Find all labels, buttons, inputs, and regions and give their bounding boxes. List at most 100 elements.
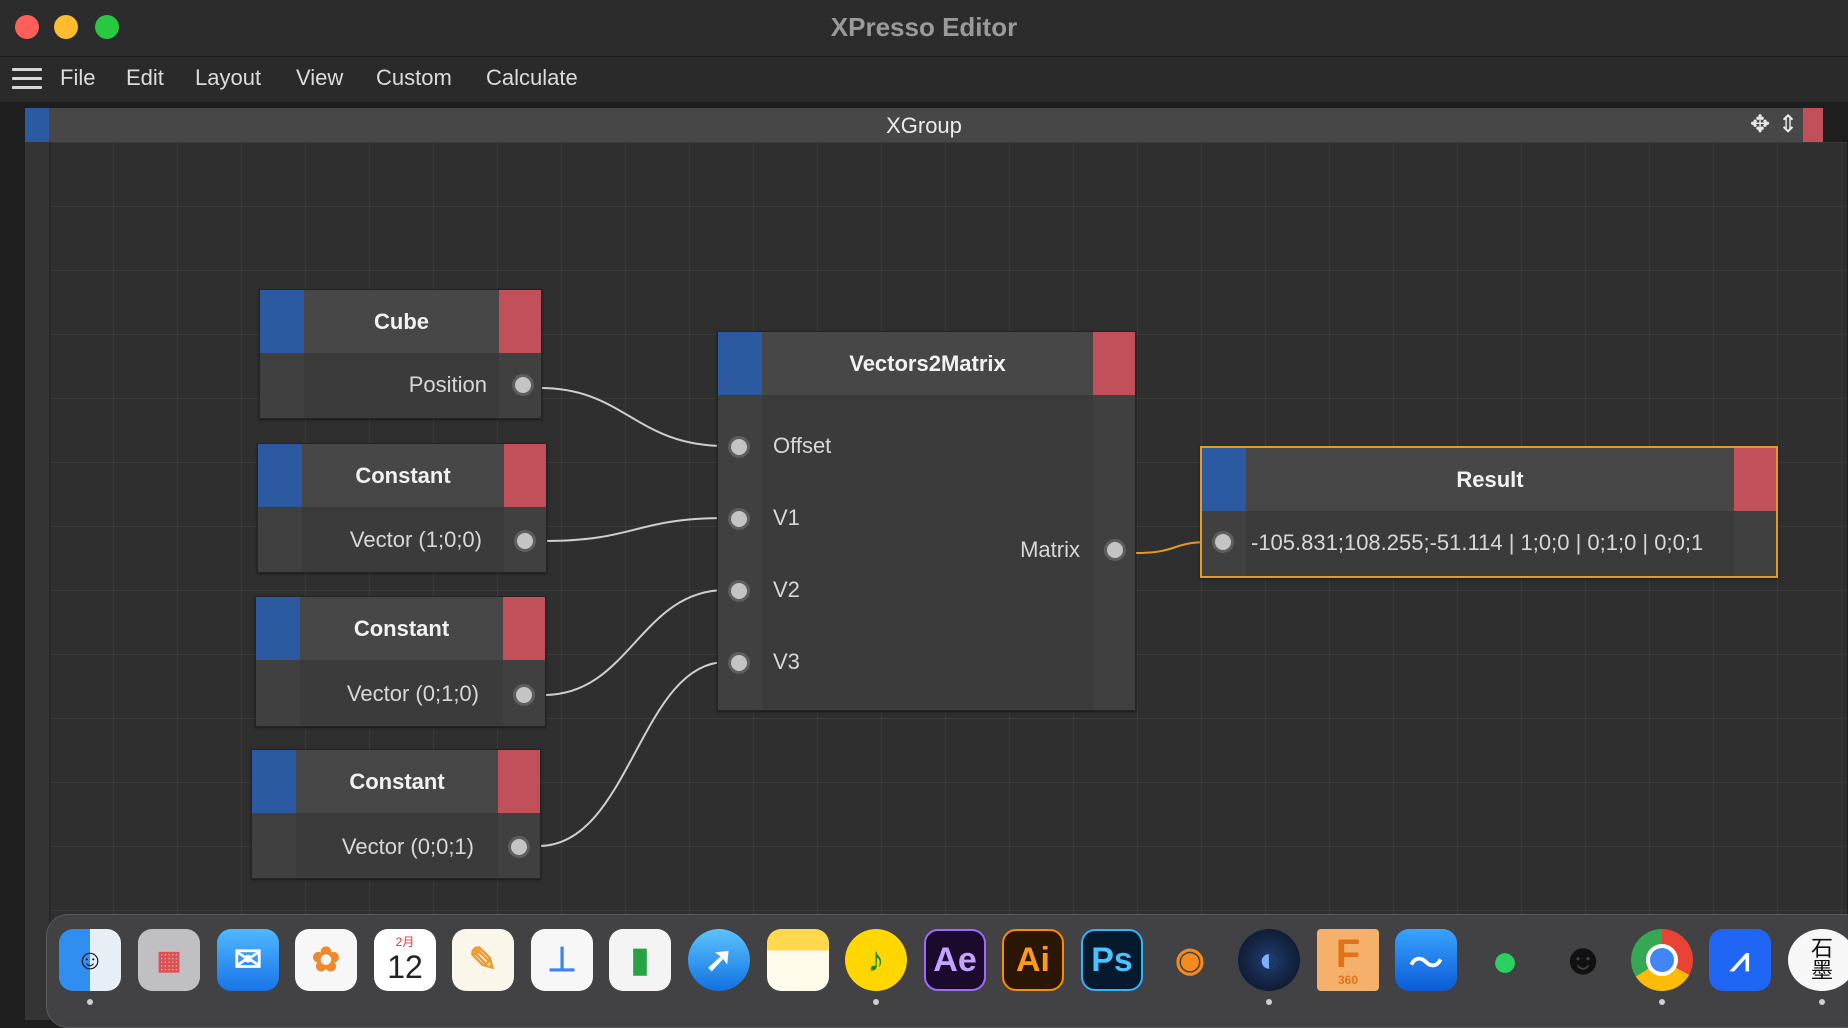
node-title: Constant (349, 769, 445, 794)
xgroup-header[interactable]: XGroup ✥ ⇕ (25, 108, 1823, 143)
finder-icon[interactable]: ☺ (59, 929, 121, 991)
output-port-vector[interactable] (513, 684, 535, 706)
menu-calculate[interactable]: Calculate (482, 63, 582, 93)
calendar-month: 2月 (395, 935, 415, 949)
port-label-offset: Offset (773, 433, 832, 458)
node-output-column (1734, 511, 1776, 576)
output-port-vector[interactable] (508, 836, 530, 858)
menu-edit[interactable]: Edit (122, 63, 168, 93)
window-title: XPresso Editor (830, 12, 1018, 42)
port-label-vector: Vector (1;0;0) (349, 527, 482, 552)
cube-node[interactable]: Cube Position (259, 289, 542, 419)
calendar-icon[interactable]: 2月 12 (374, 929, 436, 991)
node-input-column (260, 353, 304, 418)
node-header: Cube (260, 290, 541, 353)
port-label-v3: V3 (773, 649, 800, 674)
title-bar: XPresso Editor (0, 0, 1848, 57)
port-label-v1: V1 (773, 505, 800, 530)
node-title: Result (1456, 467, 1524, 492)
xgroup-output-cap[interactable] (1803, 108, 1823, 142)
chrome-icon[interactable] (1631, 929, 1693, 991)
running-indicator (1266, 999, 1272, 1005)
output-port-vector[interactable] (514, 530, 536, 552)
c4d-icon[interactable]: ◐ (1238, 929, 1300, 991)
constant-node-1[interactable]: Constant Vector (1;0;0) (257, 443, 547, 573)
node-header: Result (1202, 448, 1776, 511)
ae-icon[interactable]: Ae (924, 929, 986, 991)
node-input-cap[interactable] (252, 750, 296, 813)
constant-node-2[interactable]: Constant Vector (0;1;0) (255, 596, 546, 727)
node-header: Constant (258, 444, 546, 507)
node-input-cap[interactable] (260, 290, 304, 353)
running-indicator (1819, 999, 1825, 1005)
vectors2matrix-node[interactable]: Vectors2Matrix Offset V1 V2 V3 Matrix (717, 331, 1136, 711)
launchpad-icon[interactable]: ▦ (138, 929, 200, 991)
keynote-icon[interactable]: ⊥ (531, 929, 593, 991)
running-indicator (87, 999, 93, 1005)
fusion-icon[interactable]: F 360 (1317, 929, 1379, 991)
qq-icon[interactable]: ☻ (1552, 929, 1614, 991)
resize-icon[interactable]: ⇕ (1775, 111, 1801, 139)
menu-view[interactable]: View (292, 63, 347, 93)
mail-icon[interactable]: ✉ (217, 929, 279, 991)
port-label-position: Position (408, 372, 487, 397)
hamburger-menu-icon[interactable] (12, 68, 42, 92)
port-label-vector: Vector (0;1;0) (346, 681, 479, 706)
node-input-cap[interactable] (256, 597, 300, 660)
node-input-cap[interactable] (718, 332, 762, 395)
output-port-matrix[interactable] (1104, 539, 1126, 561)
lark-icon[interactable]: ⩘ (1709, 929, 1771, 991)
input-port-v3[interactable] (728, 652, 750, 674)
node-input-cap[interactable] (1202, 448, 1246, 511)
fusion-label: 360 (1337, 973, 1359, 987)
menu-file[interactable]: File (56, 63, 99, 93)
menu-bar: File Edit Layout View Custom Calculate (0, 57, 1848, 103)
xgroup-title: XGroup (886, 113, 962, 138)
wechat-icon[interactable]: ● (1474, 929, 1536, 991)
constant-node-3[interactable]: Constant Vector (0;0;1) (251, 749, 541, 879)
node-output-cap[interactable] (503, 597, 545, 660)
node-output-cap[interactable] (1093, 332, 1135, 395)
port-label-v2: V2 (773, 577, 800, 602)
input-port-v1[interactable] (728, 508, 750, 530)
node-header: Vectors2Matrix (718, 332, 1135, 395)
node-header: Constant (252, 750, 540, 813)
result-node[interactable]: Result -105.831;108.255;-51.114 | 1;0;0 … (1200, 446, 1778, 578)
photos-icon[interactable]: ✿ (295, 929, 357, 991)
blender-icon[interactable]: ◉ (1159, 929, 1221, 991)
xgroup-left-gutter (25, 142, 50, 1020)
node-output-cap[interactable] (499, 290, 541, 353)
numbers-icon[interactable]: ▮ (609, 929, 671, 991)
node-input-column (256, 660, 300, 726)
dock: ☺ ▦ ✉ ✿ 2月 12 ✎ ⊥ ▮ ➚ ♪ Ae Ai Ps ◉ ◐ F 3… (46, 914, 1848, 1028)
node-output-cap[interactable] (1734, 448, 1776, 511)
node-input-column (258, 507, 302, 572)
result-value: -105.831;108.255;-51.114 | 1;0;0 | 0;1;0… (1251, 530, 1704, 555)
move-icon[interactable]: ✥ (1747, 111, 1773, 139)
menu-layout[interactable]: Layout (191, 63, 265, 93)
node-output-cap[interactable] (498, 750, 540, 813)
node-input-column (252, 813, 296, 878)
node-title: Constant (355, 463, 451, 488)
node-title: Cube (374, 309, 429, 334)
pages-icon[interactable]: ✎ (452, 929, 514, 991)
safari-icon[interactable]: ➚ (688, 929, 750, 991)
running-indicator (1659, 999, 1665, 1005)
port-label-vector: Vector (0;0;1) (341, 834, 474, 859)
notes-icon[interactable] (767, 929, 829, 991)
music-icon[interactable]: ♪ (845, 929, 907, 991)
eudic-icon[interactable]: 〜 (1395, 929, 1457, 991)
input-port-result[interactable] (1212, 531, 1234, 553)
menu-custom[interactable]: Custom (372, 63, 456, 93)
output-port-position[interactable] (512, 374, 534, 396)
calendar-day: 12 (387, 949, 423, 985)
ps-icon[interactable]: Ps (1081, 929, 1143, 991)
node-title: Vectors2Matrix (849, 351, 1006, 376)
ai-icon[interactable]: Ai (1002, 929, 1064, 991)
node-output-cap[interactable] (504, 444, 546, 507)
shimo-icon[interactable]: 石墨 (1788, 929, 1848, 991)
input-port-offset[interactable] (728, 436, 750, 458)
input-port-v2[interactable] (728, 580, 750, 602)
node-input-cap[interactable] (258, 444, 302, 507)
node-header: Constant (256, 597, 545, 660)
